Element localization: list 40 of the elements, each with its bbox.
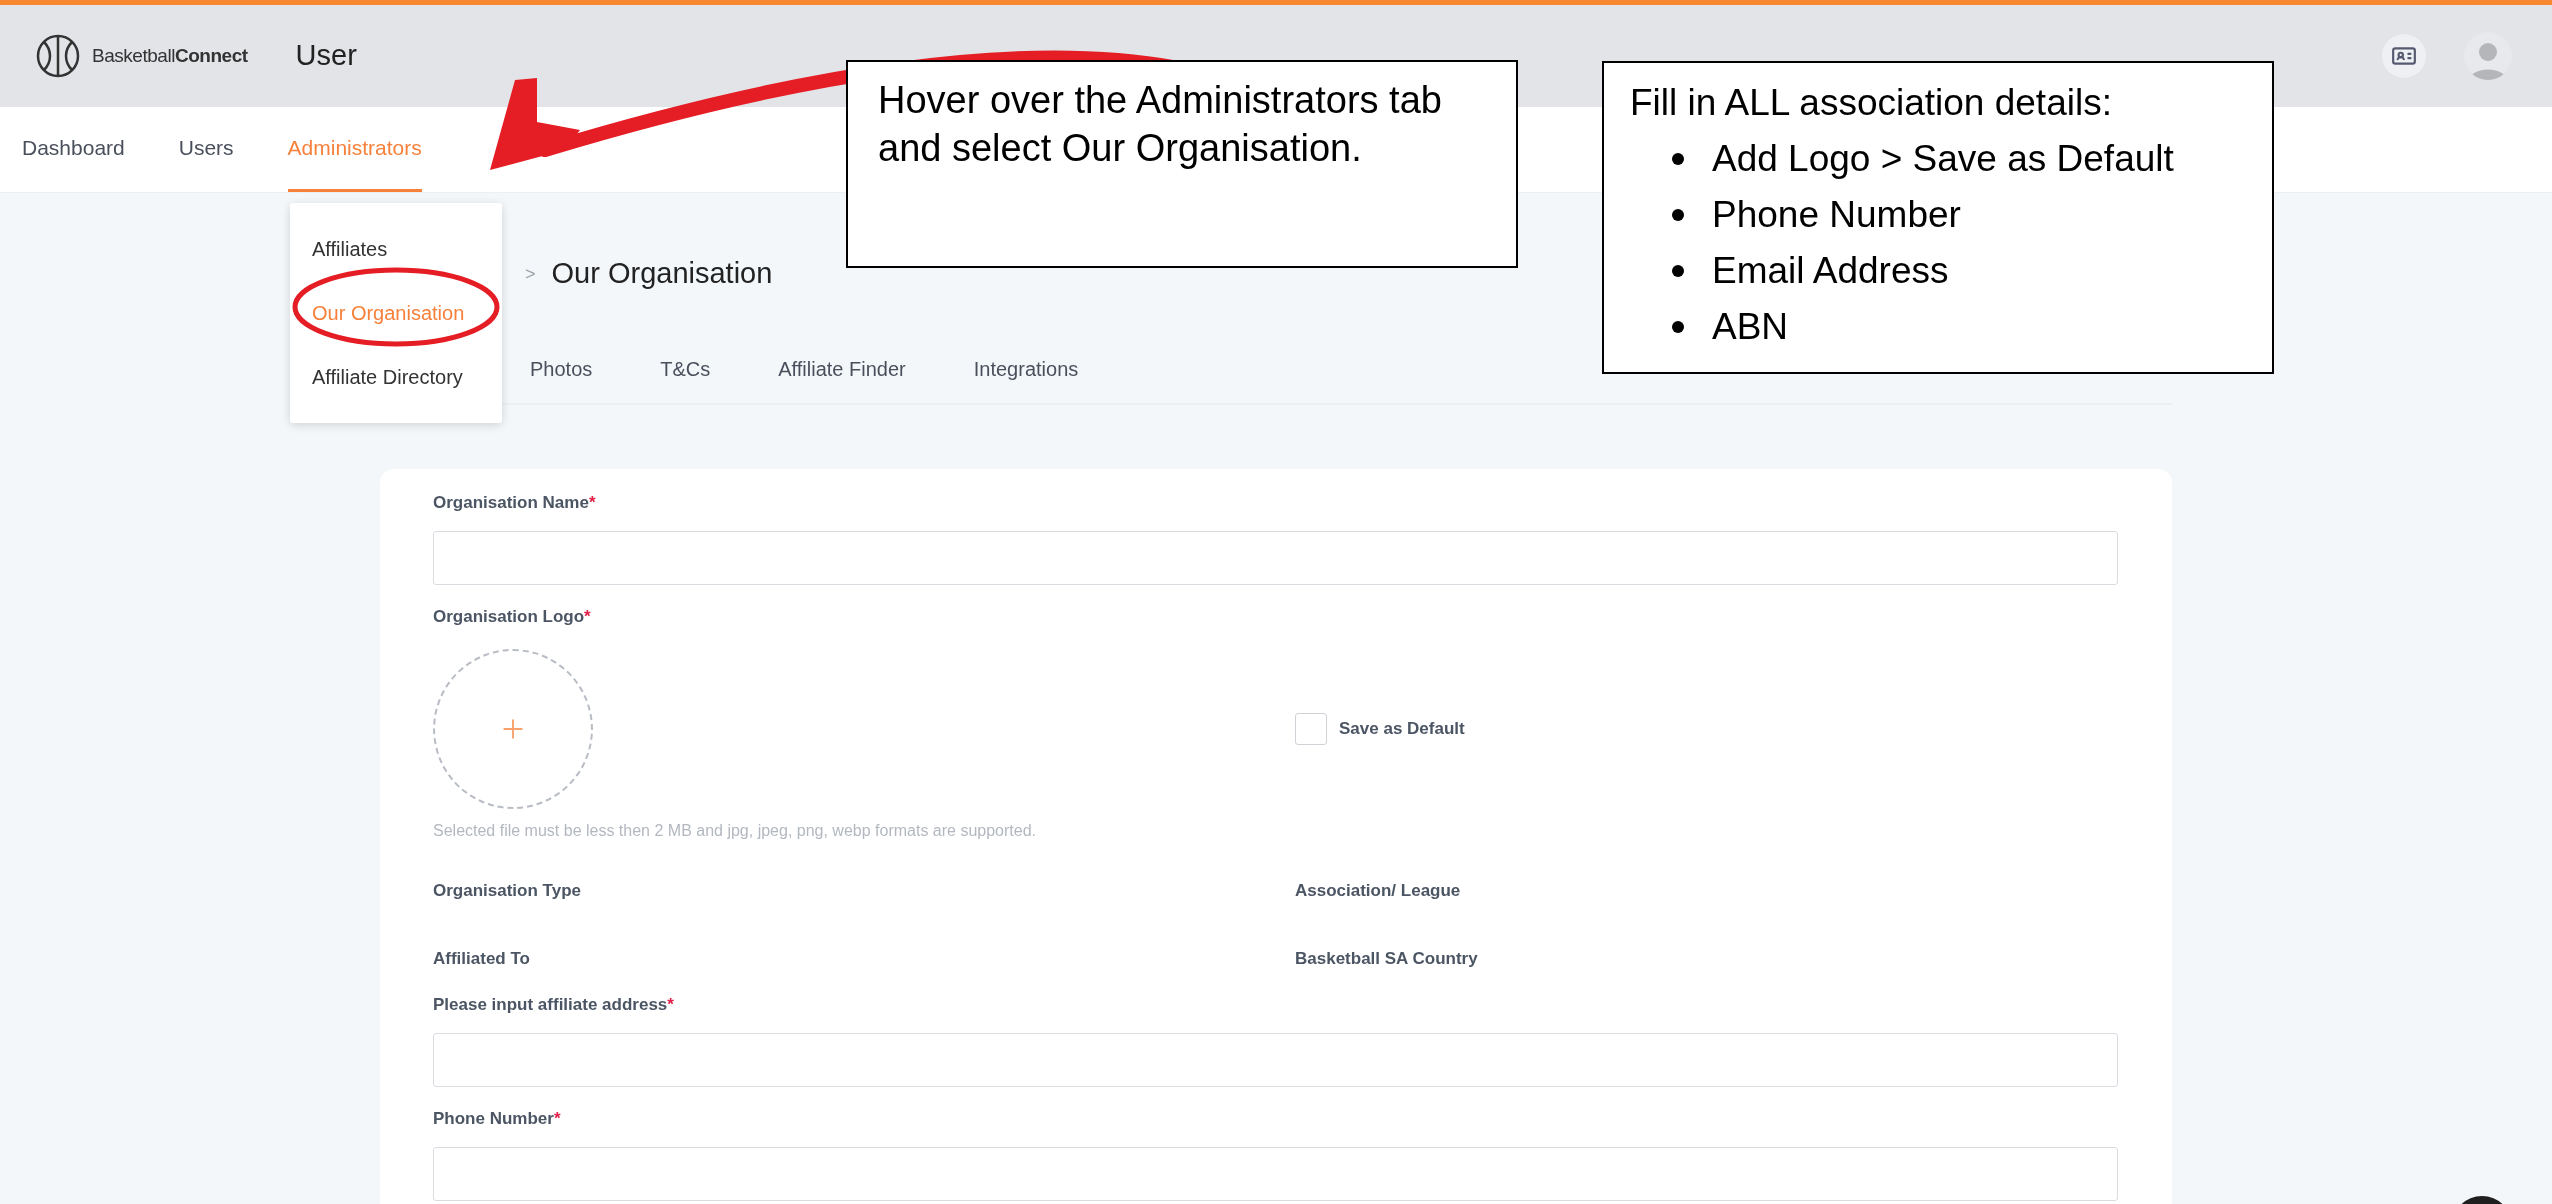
checkbox-label: Save as Default: [1339, 718, 1465, 741]
text-input-field[interactable]: [433, 1033, 2118, 1087]
callout-bullet-text: Add Logo > Save as Default: [1712, 137, 2174, 181]
field-label: Affiliated To: [433, 948, 531, 970]
text-input-field[interactable]: [433, 531, 2118, 585]
field-label: Organisation Logo*: [433, 606, 592, 628]
bullet-icon: [1672, 153, 1684, 165]
brand-name: BasketballConnect: [92, 43, 248, 68]
section-tab[interactable]: T&Cs: [660, 354, 711, 384]
section-tab[interactable]: Integrations: [973, 354, 1079, 384]
breadcrumb-separator: >: [525, 262, 536, 286]
dropdown-item[interactable]: Affiliate Directory: [290, 345, 502, 409]
nav-tab[interactable]: Dashboard: [22, 107, 125, 192]
nav-tab[interactable]: Users: [178, 107, 234, 192]
callout-heading: Fill in ALL association details:: [1630, 81, 2113, 125]
text-input-field[interactable]: [433, 1147, 2118, 1201]
field-value: Basketball SA Country: [1295, 948, 1478, 971]
field-label: Please input affiliate address*: [433, 994, 675, 1016]
breadcrumb-title: Our Organisation: [551, 256, 773, 292]
field-label: Organisation Type: [433, 880, 582, 902]
bullet-icon: [1672, 321, 1684, 333]
field-label: Organisation Name*: [433, 492, 597, 514]
callout-bullet-text: Email Address: [1712, 249, 1949, 293]
logo-upload-button[interactable]: [433, 649, 593, 809]
field-label: Phone Number*: [433, 1108, 562, 1130]
user-avatar[interactable]: [2464, 32, 2512, 80]
dropdown-item[interactable]: Affiliates: [290, 217, 502, 281]
callout-bullet-text: Phone Number: [1712, 193, 1961, 237]
bullet-icon: [1672, 209, 1684, 221]
page-title: User: [295, 38, 357, 74]
contact-card-button[interactable]: [2382, 34, 2426, 78]
callout-bullet-text: ABN: [1712, 305, 1789, 349]
section-tab[interactable]: Affiliate Finder: [778, 354, 906, 384]
section-tab[interactable]: Photos: [530, 354, 593, 384]
save-default-checkbox[interactable]: [1295, 713, 1327, 745]
file-hint-text: Selected file must be less then 2 MB and jpg, jpeg, png, webp formats are supported.: [433, 821, 1037, 841]
instruction-callout: Hover over the Administrators tab and select Our Organisation.: [846, 60, 1518, 268]
bullet-icon: [1672, 265, 1684, 277]
basketball-logo-icon: [36, 34, 80, 78]
field-value: Association/ League: [1295, 880, 1461, 903]
